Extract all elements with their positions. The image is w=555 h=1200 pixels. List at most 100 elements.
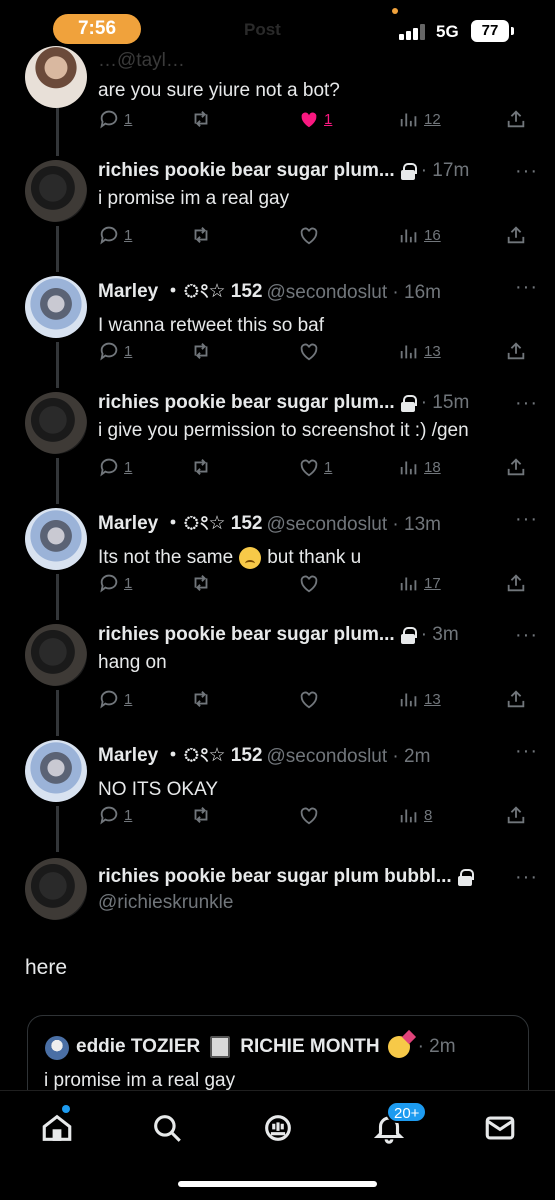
reply-icon <box>100 458 118 477</box>
avatar[interactable] <box>25 160 87 222</box>
retweet-icon <box>194 459 208 475</box>
retweet-button[interactable] <box>190 108 212 130</box>
share-icon <box>507 574 525 592</box>
more-options-icon[interactable]: ··· <box>515 392 538 415</box>
tweet-body[interactable]: richies pookie bear sugar plum... · 15m … <box>98 392 538 442</box>
lock-icon <box>400 394 417 412</box>
more-options-icon[interactable]: ··· <box>515 160 538 183</box>
like-button[interactable]: 1 <box>298 108 332 130</box>
battery-icon: 77 <box>471 20 509 42</box>
tweet-author-name: richies pookie bear sugar plum bubbl... <box>98 866 452 887</box>
quoted-text: i promise im a real gay <box>44 1070 236 1091</box>
views-button[interactable]: 8 <box>398 804 432 826</box>
tweet-author-name: richies pookie bear sugar plum... <box>98 392 395 413</box>
tweet-body[interactable]: Marley ・ং☆ 152 @secondoslut · 2m ··· NO … <box>98 740 538 801</box>
retweet-button[interactable] <box>190 804 216 826</box>
tweet-body[interactable]: Marley ・ং☆ 152 @secondoslut · 13m ··· It… <box>98 508 538 569</box>
quoted-time: · 2m <box>417 1036 456 1057</box>
tweet-text: I wanna retweet this so baf <box>98 315 325 336</box>
signal-icon <box>399 24 427 40</box>
reply-button[interactable]: 1 <box>98 688 132 710</box>
tweet-text: hang on <box>98 652 167 673</box>
share-button[interactable] <box>505 572 527 594</box>
reply-button[interactable]: 1 <box>98 804 132 826</box>
tab-home[interactable] <box>40 1111 74 1145</box>
views-button[interactable]: 18 <box>398 456 441 478</box>
heart-icon <box>300 691 318 709</box>
status-bar: 7:56 Post 5G 77 <box>0 0 555 58</box>
tweet-actions: 1 8 <box>98 804 528 826</box>
retweet-icon <box>194 691 208 707</box>
views-button[interactable]: 16 <box>398 224 441 246</box>
reply-button[interactable]: 1 <box>98 340 132 362</box>
notifications-badge: 20+ <box>386 1101 428 1123</box>
quoted-author-name: eddie TOZIER <box>76 1036 201 1057</box>
like-button[interactable] <box>298 804 324 826</box>
retweet-button[interactable] <box>190 572 216 594</box>
reply-icon <box>100 806 118 825</box>
share-button[interactable] <box>505 340 527 362</box>
retweet-button[interactable] <box>190 456 216 478</box>
more-options-icon[interactable]: ··· <box>515 624 538 647</box>
share-icon <box>507 226 525 244</box>
avatar[interactable] <box>25 276 87 338</box>
tweet-body[interactable]: richies pookie bear sugar plum... · 3m ·… <box>98 624 538 674</box>
share-button[interactable] <box>505 108 527 130</box>
more-options-icon[interactable]: ··· <box>515 740 538 763</box>
party-face-emoji-icon <box>387 1036 410 1058</box>
avatar[interactable] <box>25 740 87 802</box>
share-icon <box>507 806 525 824</box>
tweet-body[interactable]: are you sure yiure not a bot? <box>98 74 538 102</box>
views-button[interactable]: 17 <box>398 572 441 594</box>
reply-button[interactable]: 1 <box>98 108 132 130</box>
tweet-author-name: Marley ・ং☆ 152 <box>98 745 263 766</box>
more-options-icon[interactable]: ··· <box>515 866 538 889</box>
share-icon <box>507 342 525 360</box>
tweet-actions: 1 1 18 <box>98 456 528 478</box>
like-button[interactable] <box>298 688 324 710</box>
views-button[interactable]: 12 <box>398 108 441 130</box>
reply-button[interactable]: 1 <box>98 224 132 246</box>
avatar[interactable] <box>25 392 87 454</box>
share-button[interactable] <box>505 804 527 826</box>
more-options-icon[interactable]: ··· <box>515 508 538 531</box>
reply-button[interactable]: 1 <box>98 572 132 594</box>
tweet-author-name: Marley ・ং☆ 152 <box>98 513 263 534</box>
retweet-button[interactable] <box>190 224 216 246</box>
heart-icon <box>300 343 318 361</box>
reply-icon <box>100 110 118 129</box>
tweet-meta: · 15m <box>420 392 470 413</box>
retweet-button[interactable] <box>190 688 216 710</box>
avatar[interactable] <box>25 508 87 570</box>
heart-icon <box>300 227 318 245</box>
share-button[interactable] <box>505 456 527 478</box>
reply-button[interactable]: 1 <box>98 456 132 478</box>
share-icon <box>507 690 525 708</box>
share-icon <box>507 110 525 128</box>
like-button[interactable] <box>298 224 324 246</box>
tweet-body[interactable]: Marley ・ং☆ 152 @secondoslut · 16m ··· I … <box>98 276 538 337</box>
header-title-faded: Post <box>244 20 281 39</box>
heart-icon <box>300 459 318 477</box>
reply-icon <box>100 574 118 593</box>
share-button[interactable] <box>505 224 527 246</box>
grok-icon <box>265 1115 291 1141</box>
views-button[interactable]: 13 <box>398 340 441 362</box>
avatar[interactable] <box>25 624 87 686</box>
views-button[interactable]: 13 <box>398 688 441 710</box>
like-button[interactable] <box>298 572 324 594</box>
avatar[interactable] <box>25 46 87 108</box>
focused-tweet-header[interactable]: richies pookie bear sugar plum bubbl... … <box>98 866 538 914</box>
more-options-icon[interactable]: ··· <box>515 276 538 299</box>
like-button[interactable]: 1 <box>298 456 332 478</box>
share-button[interactable] <box>505 688 527 710</box>
avatar[interactable] <box>25 858 87 920</box>
tab-grok[interactable] <box>261 1111 295 1145</box>
home-unread-dot <box>62 1105 70 1113</box>
tab-search[interactable] <box>150 1111 184 1145</box>
like-button[interactable] <box>298 340 324 362</box>
tab-messages[interactable] <box>483 1111 517 1145</box>
tweet-body[interactable]: richies pookie bear sugar plum... · 17m … <box>98 160 538 210</box>
tweet-author-name: richies pookie bear sugar plum... <box>98 160 395 181</box>
retweet-button[interactable] <box>190 340 216 362</box>
